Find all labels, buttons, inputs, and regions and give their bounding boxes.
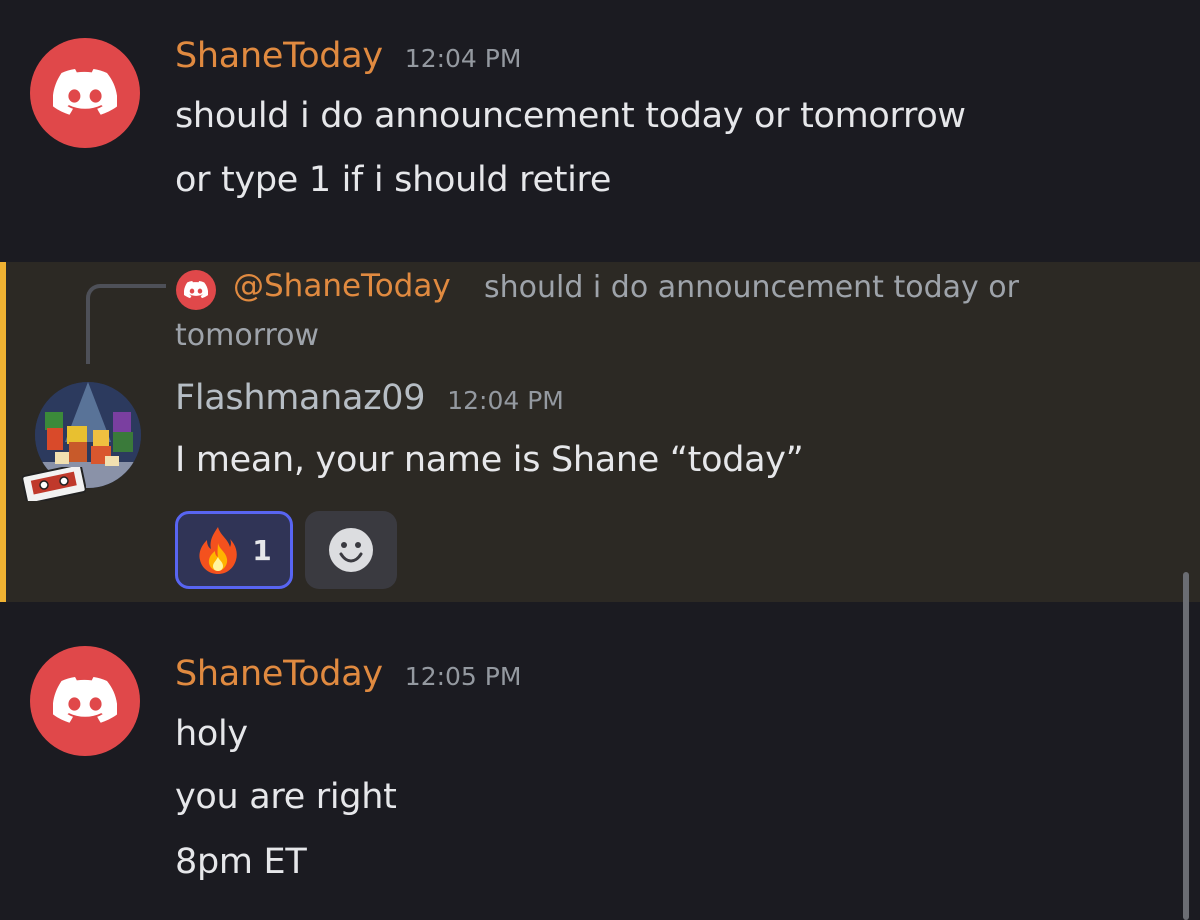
timestamp: 12:04 PM — [404, 44, 522, 73]
message-group: ShaneToday 12:05 PM holy you are right 8… — [0, 602, 1200, 920]
cassette-badge-icon — [22, 467, 86, 501]
message-text: you are right — [175, 777, 397, 817]
reply-preview-text[interactable]: should i do announcement today or — [484, 270, 1019, 305]
reply-spine — [86, 284, 166, 364]
reply-mention[interactable]: @ShaneToday — [233, 268, 451, 304]
message-text: or type 1 if i should retire — [175, 160, 612, 200]
message-text: I mean, your name is Shane “today” — [175, 440, 804, 480]
avatar[interactable] — [30, 646, 140, 756]
author-name[interactable]: ShaneToday — [175, 654, 383, 694]
mention-highlight-bar — [0, 262, 6, 602]
reaction-fire[interactable]: 1 — [175, 511, 293, 589]
timestamp: 12:05 PM — [404, 662, 522, 691]
message-text: holy — [175, 714, 248, 754]
author-name[interactable]: ShaneToday — [175, 36, 383, 76]
message-group: ShaneToday 12:04 PM should i do announce… — [0, 0, 1200, 262]
message-text: 8pm ET — [175, 842, 307, 882]
author-name[interactable]: Flashmanaz09 — [175, 378, 426, 418]
reply-avatar[interactable] — [176, 270, 216, 310]
message-header: ShaneToday 12:04 PM — [175, 36, 521, 76]
message-header: ShaneToday 12:05 PM — [175, 654, 521, 694]
reply-preview-text[interactable]: tomorrow — [175, 318, 319, 353]
reaction-count: 1 — [252, 533, 272, 567]
add-reaction-button[interactable] — [305, 511, 397, 589]
discord-logo-icon — [53, 69, 117, 115]
discord-logo-icon — [184, 281, 208, 299]
fire-icon — [199, 527, 237, 574]
timestamp: 12:04 PM — [447, 386, 564, 415]
avatar[interactable] — [30, 38, 140, 148]
discord-logo-icon — [53, 677, 117, 723]
smiley-icon — [329, 528, 373, 572]
message-text: should i do announcement today or tomorr… — [175, 96, 966, 136]
chat-messages: ShaneToday 12:04 PM should i do announce… — [0, 0, 1200, 920]
message-header: Flashmanaz09 12:04 PM — [175, 378, 564, 418]
message-group-highlighted: @ShaneToday should i do announcement tod… — [0, 262, 1200, 602]
scrollbar[interactable] — [1183, 572, 1189, 920]
